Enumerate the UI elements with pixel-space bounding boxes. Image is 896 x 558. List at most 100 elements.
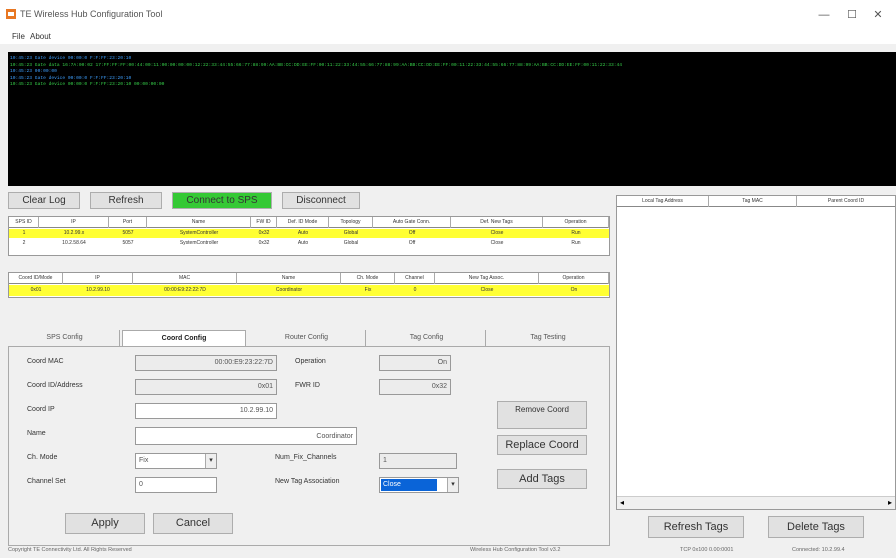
connect-sps-button[interactable]: Connect to SPS [172, 192, 272, 209]
column-header[interactable]: Name [237, 273, 341, 284]
coord-ip-label: Coord IP [27, 406, 55, 413]
table-cell: 10.2.99.x [63, 230, 85, 236]
log-console[interactable]: 10:45:23 Gate device 00:00:0 F:F:FF:23:2… [8, 52, 896, 186]
tab-tag-testing[interactable]: Tag Testing [488, 330, 608, 346]
column-header[interactable]: MAC [133, 273, 237, 284]
add-tags-button[interactable]: Add Tags [497, 469, 587, 489]
table-row[interactable]: 0x01 10.2.99.10 00:00:E9:22:22:7D Coordi… [9, 285, 609, 296]
tab-router-config[interactable]: Router Config [248, 330, 366, 346]
coord-config-panel: Coord MAC Coord ID/Address Coord IP Name… [8, 346, 610, 546]
remove-coord-button[interactable]: Remove Coord [497, 401, 587, 429]
num-channels-field[interactable]: 1 [379, 453, 457, 469]
column-header[interactable]: FW ID [251, 217, 277, 228]
operation-label: Operation [295, 358, 326, 365]
coord-id-label: Coord ID/Address [27, 382, 83, 389]
column-header[interactable]: Name [147, 217, 251, 228]
delete-tags-button[interactable]: Delete Tags [768, 516, 864, 538]
refresh-button[interactable]: Refresh [90, 192, 162, 209]
column-header[interactable]: New Tag Assoc. [435, 273, 539, 284]
num-channels-label: Num_Fix_Channels [275, 454, 337, 461]
coord-mac-field[interactable]: 00:00:E9:23:22:7D [135, 355, 277, 371]
apply-button[interactable]: Apply [65, 513, 145, 534]
tab-sps-config[interactable]: SPS Config [10, 330, 120, 346]
table-cell: 0x01 [30, 287, 42, 293]
status-connection-info: TCP 0x100 0.00:0001 [680, 547, 734, 553]
table-cell: SystemController [179, 240, 219, 246]
column-header[interactable]: Auto Gate Conn. [373, 217, 451, 228]
scroll-left-icon[interactable]: ◂ [620, 498, 624, 507]
minimize-button[interactable]: — [812, 4, 836, 26]
channel-set-field[interactable]: 0 [135, 477, 217, 493]
menu-bar: File About [0, 30, 896, 44]
table-row[interactable]: 2 10.2.58.64 5057 SystemController 0x32 … [9, 239, 609, 248]
replace-coord-button[interactable]: Replace Coord [497, 435, 587, 455]
menu-about[interactable]: About [30, 32, 51, 41]
ch-mode-value: Fix [139, 457, 149, 464]
table-cell: 1 [22, 230, 26, 236]
column-header[interactable]: Channel [395, 273, 435, 284]
fw-id-field[interactable]: 0x32 [379, 379, 451, 395]
table-cell: 5057 [122, 240, 134, 246]
column-header[interactable]: Operation [543, 217, 609, 228]
sps-grid-header: SPS ID IP Port Name FW ID Def. ID Mode T… [9, 217, 609, 228]
table-cell: 2 [22, 240, 26, 246]
sps-grid[interactable]: SPS ID IP Port Name FW ID Def. ID Mode T… [8, 216, 610, 256]
coord-grid[interactable]: Coord ID/Mode IP MAC Name Ch. Mode Chann… [8, 272, 610, 298]
coord-id-field[interactable]: 0x01 [135, 379, 277, 395]
column-header[interactable]: Tag MAC [709, 196, 797, 207]
tab-coord-config[interactable]: Coord Config [122, 330, 246, 346]
column-header[interactable]: Def. New Tags [451, 217, 543, 228]
column-header[interactable]: IP [39, 217, 109, 228]
maximize-button[interactable]: ☐ [840, 4, 864, 26]
name-label: Name [27, 430, 46, 437]
column-header[interactable]: Def. ID Mode [277, 217, 329, 228]
table-cell: Close [490, 240, 504, 246]
ch-mode-select[interactable]: Fix ▾ [135, 453, 217, 469]
column-header[interactable]: Ch. Mode [341, 273, 395, 284]
table-cell: Auto [297, 230, 309, 236]
ch-mode-label: Ch. Mode [27, 454, 58, 461]
table-cell: SystemController [179, 230, 219, 236]
status-connected: Connected: 10.2.99.4 [792, 547, 845, 553]
close-button[interactable]: ✕ [866, 4, 890, 26]
tab-tag-config[interactable]: Tag Config [368, 330, 486, 346]
refresh-tags-button[interactable]: Refresh Tags [648, 516, 744, 538]
table-cell: 5057 [122, 230, 134, 236]
table-cell: Close [490, 230, 504, 236]
column-header[interactable]: Operation [539, 273, 609, 284]
status-bar: Copyright TE Connectivity Ltd. All Right… [0, 546, 896, 558]
tag-list[interactable]: Local Tag Address Tag MAC Parent Coord I… [616, 195, 896, 510]
scroll-right-icon[interactable]: ▸ [888, 498, 892, 507]
status-app: Wireless Hub Configuration Tool v3.2 [470, 547, 561, 553]
column-header[interactable]: SPS ID [9, 217, 39, 228]
column-header[interactable]: Port [109, 217, 147, 228]
table-cell: 0x32 [258, 240, 270, 246]
chevron-down-icon[interactable]: ▾ [447, 478, 458, 492]
table-cell: On [570, 287, 578, 293]
coord-ip-field[interactable]: 10.2.99.10 [135, 403, 277, 419]
cancel-button[interactable]: Cancel [153, 513, 233, 534]
new-tag-assoc-label: New Tag Association [275, 478, 340, 485]
table-cell: Global [343, 230, 359, 236]
disconnect-button[interactable]: Disconnect [282, 192, 360, 209]
table-cell: Off [408, 230, 416, 236]
horizontal-scrollbar[interactable]: ◂ ▸ [617, 496, 895, 509]
column-header[interactable]: Parent Coord ID [797, 196, 895, 207]
table-cell: 0x32 [258, 230, 270, 236]
name-field[interactable]: Coordinator [135, 427, 357, 445]
new-tag-assoc-select[interactable]: Close ▾ [379, 477, 459, 493]
table-cell: Fix [364, 287, 372, 293]
chevron-down-icon[interactable]: ▾ [205, 454, 216, 468]
operation-field[interactable]: On [379, 355, 451, 371]
column-header[interactable]: Local Tag Address [617, 196, 709, 207]
column-header[interactable]: Coord ID/Mode [9, 273, 63, 284]
coord-mac-label: Coord MAC [27, 358, 64, 365]
column-header[interactable]: Topology [329, 217, 373, 228]
table-row[interactable]: 1 10.2.99.x 5057 SystemController 0x32 A… [9, 229, 609, 238]
tag-list-header: Local Tag Address Tag MAC Parent Coord I… [617, 196, 895, 207]
clear-log-button[interactable]: Clear Log [8, 192, 80, 209]
column-header[interactable]: IP [63, 273, 133, 284]
menu-file[interactable]: File [12, 32, 25, 41]
title-bar: TE Wireless Hub Configuration Tool — ☐ ✕ [0, 0, 896, 30]
table-cell: 00:00:E9:22:22:7D [164, 287, 206, 293]
